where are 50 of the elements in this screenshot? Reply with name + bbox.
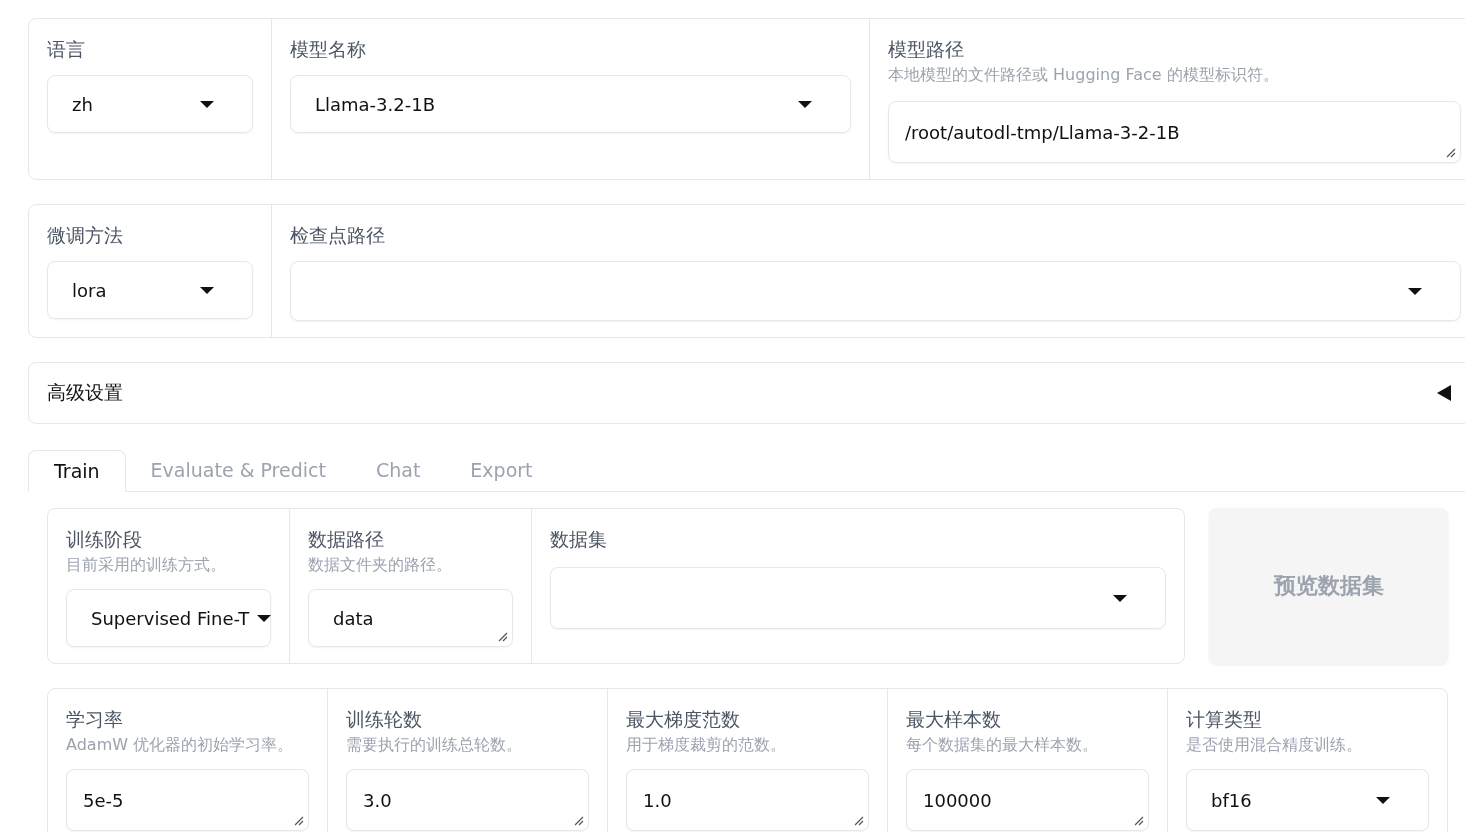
tab[interactable]: Train bbox=[28, 450, 126, 492]
field-label: 模型路径 bbox=[888, 37, 965, 62]
caret-icon bbox=[798, 100, 812, 108]
dropdown-field[interactable] bbox=[550, 567, 1166, 629]
resize-handle-icon[interactable] bbox=[498, 632, 508, 642]
field-label: 学习率 bbox=[66, 707, 124, 732]
text-field[interactable]: /root/autodl-tmp/Llama-3-2-1B bbox=[888, 101, 1461, 163]
field-hint: AdamW 优化器的初始学习率。 bbox=[66, 734, 295, 756]
field-label: 微调方法 bbox=[47, 223, 124, 248]
dropdown-field[interactable] bbox=[290, 261, 1461, 321]
field-label: 数据集 bbox=[550, 527, 608, 552]
field-label: 计算类型 bbox=[1186, 707, 1263, 732]
dropdown-field[interactable]: zh bbox=[47, 75, 253, 133]
caret-icon bbox=[1113, 594, 1127, 602]
field-hint: 本地模型的文件路径或 Hugging Face 的模型标识符。 bbox=[888, 64, 1280, 86]
field-label: 训练轮数 bbox=[346, 707, 423, 732]
field-hint: 是否使用混合精度训练。 bbox=[1186, 734, 1363, 756]
field-hint: 数据文件夹的路径。 bbox=[308, 554, 453, 576]
dropdown-field[interactable]: Supervised Fine-T bbox=[66, 589, 271, 647]
text-field[interactable]: 1.0 bbox=[626, 769, 869, 831]
caret-icon bbox=[1408, 287, 1422, 295]
field-hint: 每个数据集的最大样本数。 bbox=[906, 734, 1099, 756]
field-label: 训练阶段 bbox=[66, 527, 143, 552]
collapse-triangle-icon bbox=[1437, 385, 1451, 401]
caret-icon bbox=[200, 286, 214, 294]
text-field[interactable]: 5e-5 bbox=[66, 769, 309, 831]
text-field[interactable]: data bbox=[308, 589, 513, 647]
caret-icon bbox=[200, 100, 214, 108]
field-label: 最大样本数 bbox=[906, 707, 1002, 732]
caret-icon bbox=[1376, 796, 1390, 804]
text-field[interactable]: 100000 bbox=[906, 769, 1149, 831]
field-hint: 需要执行的训练总轮数。 bbox=[346, 734, 523, 756]
field-label: 检查点路径 bbox=[290, 223, 386, 248]
field-label: 语言 bbox=[47, 37, 86, 62]
accordion-header[interactable]: 高级设置 bbox=[28, 362, 1465, 424]
field-label: 最大梯度范数 bbox=[626, 707, 741, 732]
resize-handle-icon[interactable] bbox=[294, 816, 304, 826]
dropdown-field[interactable]: bf16 bbox=[1186, 769, 1429, 831]
resize-handle-icon[interactable] bbox=[1134, 816, 1144, 826]
caret-icon bbox=[257, 614, 272, 622]
field-hint: 目前采用的训练方式。 bbox=[66, 554, 227, 576]
dropdown-field[interactable]: lora bbox=[47, 261, 253, 319]
resize-handle-icon[interactable] bbox=[574, 816, 584, 826]
field-label: 模型名称 bbox=[290, 37, 367, 62]
resize-handle-icon[interactable] bbox=[1446, 148, 1456, 158]
resize-handle-icon[interactable] bbox=[854, 816, 864, 826]
field-hint: 用于梯度裁剪的范数。 bbox=[626, 734, 787, 756]
field-label: 数据路径 bbox=[308, 527, 385, 552]
dropdown-field[interactable]: Llama-3.2-1B bbox=[290, 75, 851, 133]
text-field[interactable]: 3.0 bbox=[346, 769, 589, 831]
